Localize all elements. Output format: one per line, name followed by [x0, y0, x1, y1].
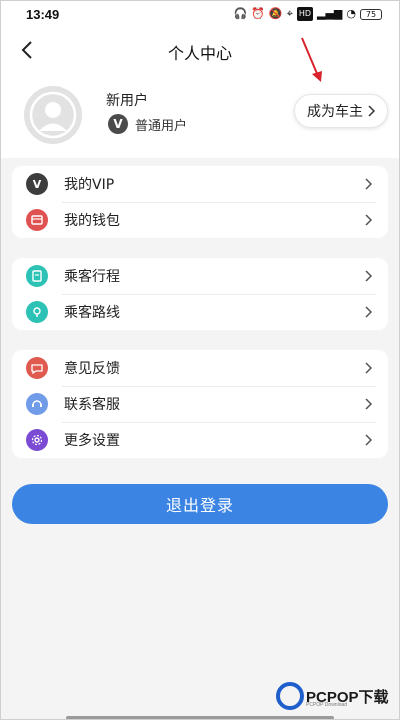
customer-service-icon [26, 393, 48, 415]
menu-item-label: 我的钱包 [64, 213, 120, 229]
menu-group-passenger: 乘客行程 乘客路线 [12, 258, 388, 330]
menu-item-more-settings[interactable]: 更多设置 [12, 422, 388, 458]
menu-item-wallet[interactable]: 我的钱包 [12, 202, 388, 238]
chevron-right-icon [365, 306, 373, 318]
level-badge-icon: V [108, 114, 128, 134]
status-icons: 🎧 ⏰ 🔕 ⌖ HD ▂▄▆ ◔ 75 [233, 7, 382, 21]
chevron-right-icon [368, 105, 375, 117]
menu-item-label: 我的VIP [64, 177, 115, 193]
become-owner-label: 成为车主 [307, 104, 363, 120]
menu-item-customer-service[interactable]: 联系客服 [12, 386, 388, 422]
chevron-right-icon [365, 434, 373, 446]
status-time: 13:49 [26, 7, 60, 22]
trip-icon [26, 265, 48, 287]
red-arrow-annotation [301, 37, 322, 82]
logout-button[interactable]: 退出登录 [12, 484, 388, 524]
menu-group-support: 意见反馈 联系客服 更多设置 [12, 350, 388, 458]
menu-item-passenger-trips[interactable]: 乘客行程 [12, 258, 388, 294]
mute-icon: 🔕 [268, 7, 283, 20]
chevron-right-icon [365, 214, 373, 226]
menu-item-passenger-routes[interactable]: 乘客路线 [12, 294, 388, 330]
status-bar: 13:49 🎧 ⏰ 🔕 ⌖ HD ▂▄▆ ◔ 75 [0, 0, 400, 30]
battery-icon: 75 [360, 8, 382, 20]
chevron-right-icon [365, 178, 373, 190]
watermark: PCPOP下载 PCPOP Download [276, 682, 389, 710]
menu-item-label: 联系客服 [64, 397, 120, 413]
vip-icon: V [26, 173, 48, 195]
menu-item-label: 意见反馈 [64, 361, 120, 377]
menu-item-vip[interactable]: V 我的VIP [12, 166, 388, 202]
chevron-right-icon [365, 398, 373, 410]
settings-icon [26, 429, 48, 451]
route-icon [26, 301, 48, 323]
chevron-right-icon [365, 270, 373, 282]
become-owner-button[interactable]: 成为车主 [294, 94, 388, 128]
menu-item-label: 乘客路线 [64, 305, 120, 321]
avatar[interactable] [24, 86, 82, 144]
wallet-icon [26, 209, 48, 231]
user-level: V 普通用户 [108, 114, 187, 134]
menu-group-account: V 我的VIP 我的钱包 [12, 166, 388, 238]
home-indicator[interactable] [66, 716, 334, 720]
chevron-right-icon [365, 362, 373, 374]
menu-item-label: 更多设置 [64, 433, 120, 449]
hd-icon: HD [296, 7, 313, 21]
signal-icon: ▂▄▆ [317, 7, 343, 20]
menu-item-feedback[interactable]: 意见反馈 [12, 350, 388, 386]
location-icon: ⌖ [286, 7, 293, 20]
user-name: 新用户 [106, 93, 148, 109]
wifi-icon: ◔ [346, 7, 356, 20]
alarm-icon: ⏰ [251, 7, 265, 20]
page-title: 个人中心 [167, 44, 232, 63]
menu-item-label: 乘客行程 [64, 269, 120, 285]
headphones-icon: 🎧 [233, 7, 248, 20]
avatar-placeholder-icon [29, 91, 77, 139]
profile-header: 个人中心 新用户 V 普通用户 成为车主 [0, 30, 400, 158]
feedback-icon [26, 357, 48, 379]
watermark-subtext: PCPOP Download [306, 702, 348, 708]
pcpop-logo-icon [276, 682, 304, 710]
user-level-text: 普通用户 [135, 118, 188, 134]
